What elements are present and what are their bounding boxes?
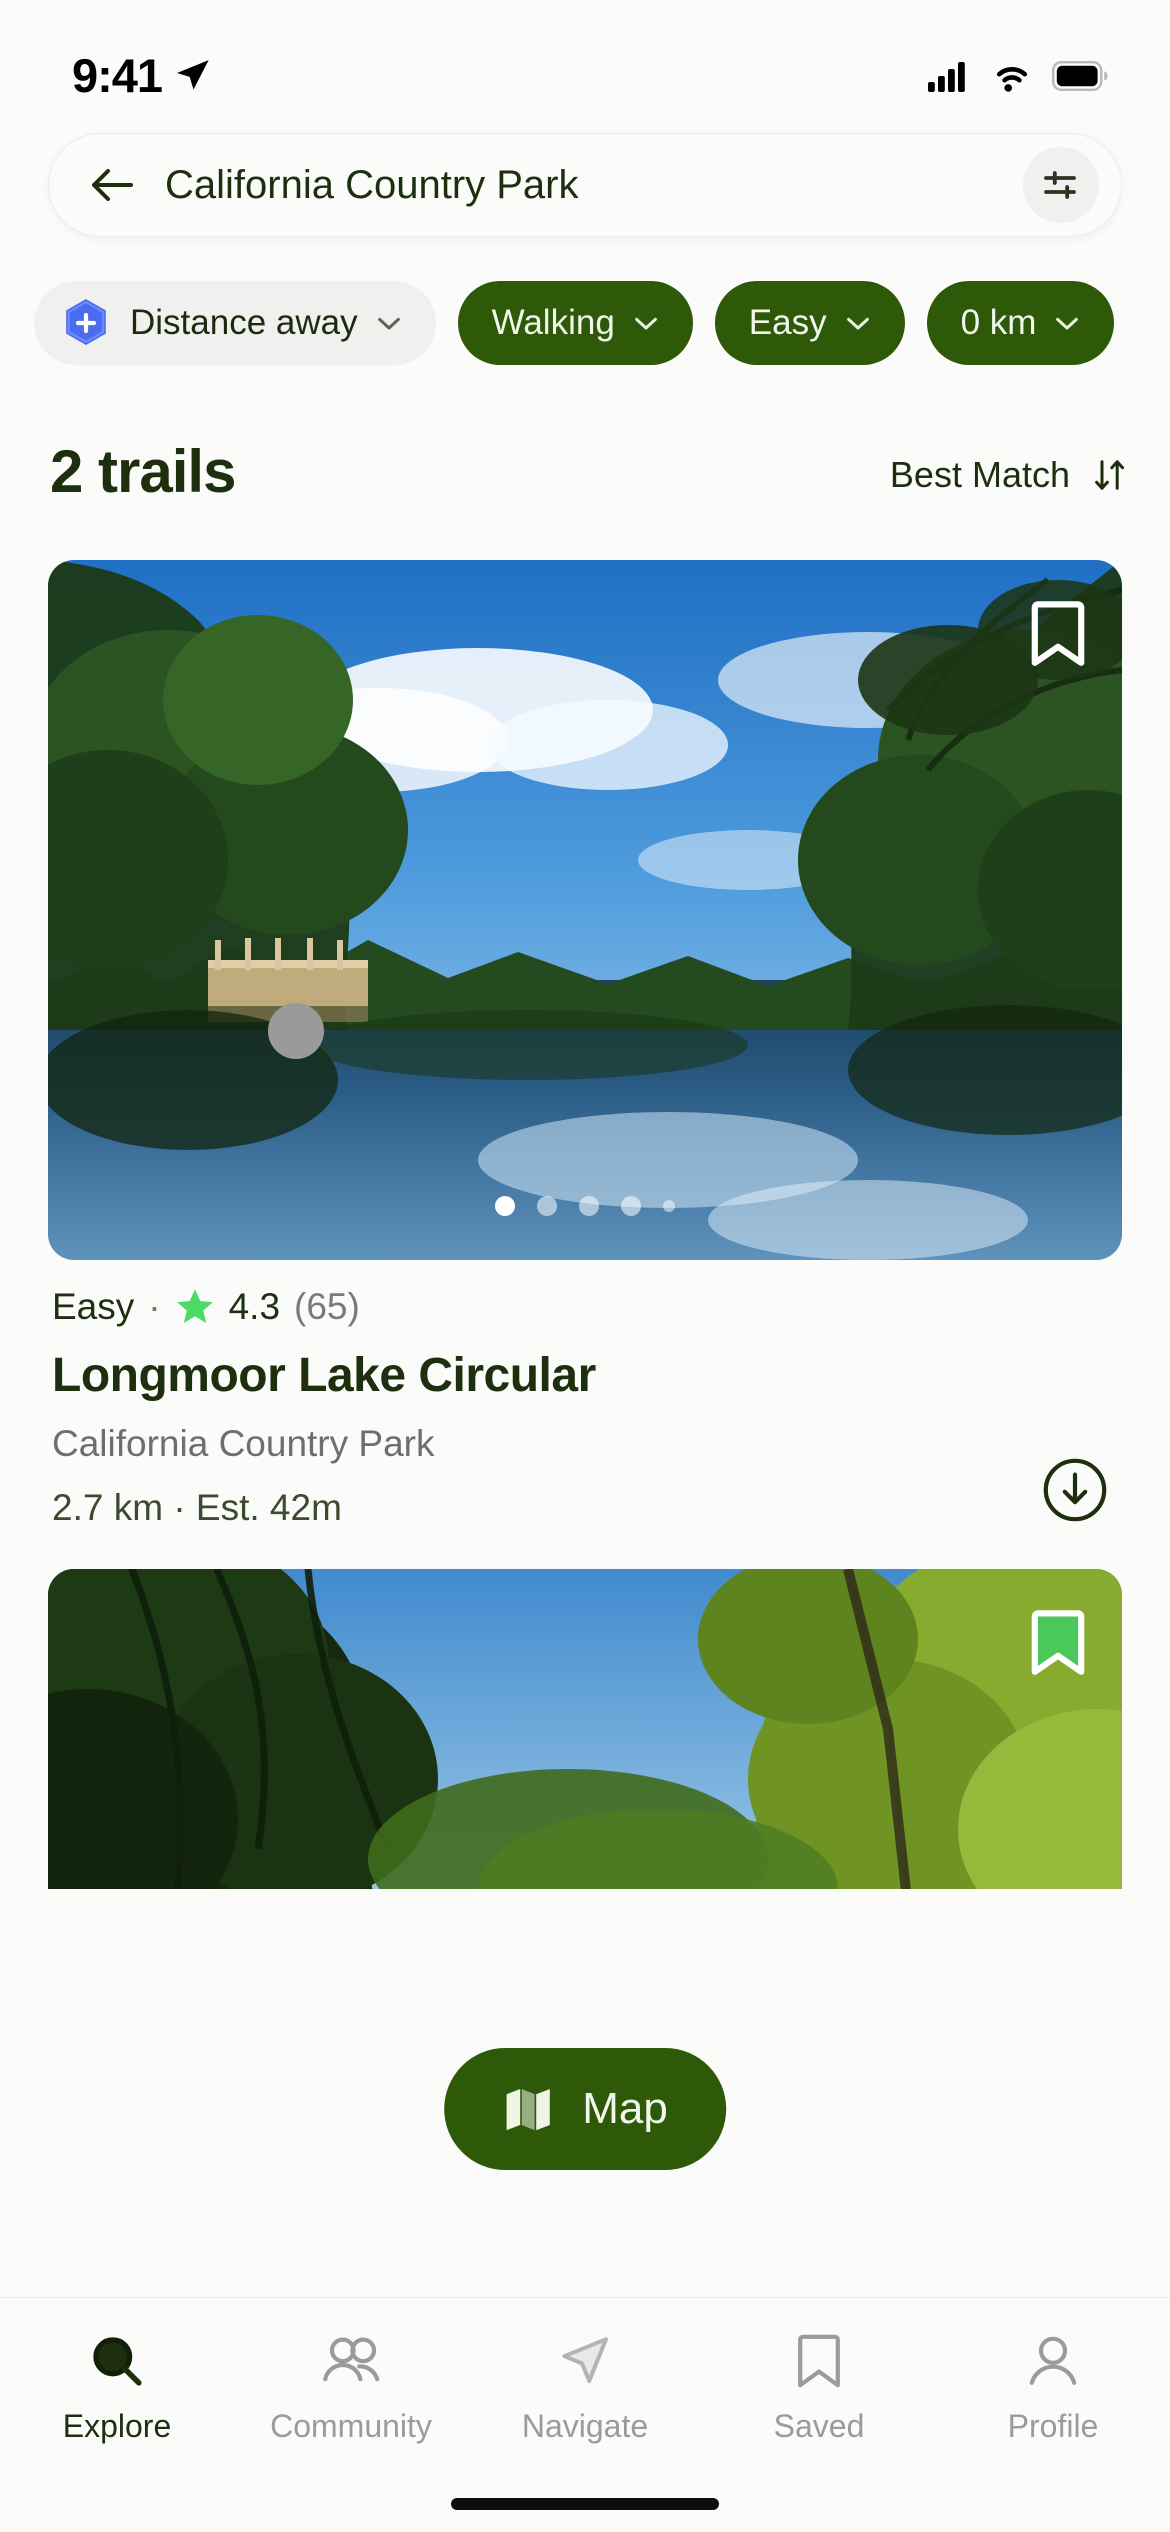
trail-list: Easy · 4.3 (65) Longmoor Lake Circular C…	[0, 560, 1170, 1889]
trail-review-count: (65)	[294, 1286, 360, 1327]
search-bar-container: California Country Park	[0, 133, 1170, 237]
nav-label: Explore	[62, 2408, 172, 2444]
filter-chip-label: Easy	[748, 303, 827, 342]
search-bar[interactable]: California Country Park	[48, 133, 1122, 237]
status-bar: 9:41	[0, 0, 1170, 115]
nav-item-community[interactable]: Community	[234, 2330, 468, 2445]
chevron-down-icon	[1056, 317, 1079, 329]
filter-chip-label: Distance away	[130, 303, 358, 342]
filter-chip-distance-away[interactable]: Distance away	[34, 281, 436, 365]
map-folded-icon	[506, 2089, 550, 2131]
sort-label: Best Match	[889, 454, 1070, 495]
people-icon	[320, 2330, 382, 2392]
map-button[interactable]: Map	[444, 2048, 726, 2170]
nav-label: Navigate	[521, 2408, 649, 2444]
carousel-dot[interactable]	[663, 1200, 675, 1212]
trail-rating: 4.3	[228, 1286, 281, 1327]
download-circle-icon	[1043, 1458, 1107, 1522]
filter-chip-easy[interactable]: Easy	[714, 281, 905, 365]
carousel-dots[interactable]	[48, 1196, 1122, 1216]
nav-item-saved[interactable]: Saved	[702, 2330, 936, 2445]
nav-label: Saved	[773, 2408, 865, 2444]
nav-item-explore[interactable]: Explore	[0, 2330, 234, 2445]
location-arrow-icon	[177, 59, 209, 89]
filter-chip-distance-value[interactable]: 0 km	[926, 281, 1115, 365]
search-input[interactable]: California Country Park	[165, 163, 1023, 208]
results-header: 2 trails Best Match	[0, 437, 1170, 506]
nav-label: Community	[270, 2408, 432, 2444]
nav-label: Profile	[1007, 2408, 1099, 2444]
filter-chip-walking[interactable]: Walking	[457, 281, 693, 365]
trail-difficulty: Easy	[52, 1286, 135, 1327]
filter-chip-label: 0 km	[960, 303, 1037, 342]
status-bar-left: 9:41	[72, 48, 212, 103]
trail-photo-carousel[interactable]	[48, 1569, 1122, 1889]
filter-sliders-icon	[1044, 171, 1076, 199]
bookmark-outline-icon	[1031, 601, 1085, 666]
status-time: 9:41	[72, 49, 163, 102]
chevron-down-icon	[634, 317, 657, 329]
trail-card[interactable]	[48, 1569, 1122, 1889]
trail-stats: 2.7 km · Est. 42m	[52, 1487, 342, 1528]
hexagon-plus-badge-icon	[66, 299, 106, 345]
filter-chip-row[interactable]: Distance away Walking Easy 0 km	[0, 281, 1170, 365]
sort-control[interactable]: Best Match	[890, 454, 1130, 506]
trail-location: California Country Park	[52, 1423, 435, 1464]
carousel-dot[interactable]	[495, 1196, 515, 1216]
chevron-down-icon	[377, 317, 400, 329]
bottom-navigation[interactable]: Explore Community Navigate Saved Profile	[0, 2297, 1170, 2532]
download-button[interactable]	[1042, 1457, 1108, 1523]
trail-title[interactable]: Longmoor Lake Circular	[52, 1348, 1116, 1403]
filter-button[interactable]	[1023, 147, 1099, 223]
status-bar-right	[928, 59, 1108, 93]
meta-separator: ·	[148, 1286, 161, 1327]
navigation-arrow-icon	[556, 2330, 614, 2392]
back-arrow-icon	[92, 169, 133, 201]
search-icon	[88, 2330, 146, 2392]
person-icon	[1025, 2330, 1081, 2392]
battery-full-icon	[1052, 60, 1108, 91]
wifi-icon	[996, 66, 1028, 92]
filter-chip-label: Walking	[491, 303, 615, 342]
back-button[interactable]	[83, 156, 141, 214]
bookmark-button[interactable]	[1030, 1607, 1086, 1679]
bookmark-button[interactable]	[1030, 598, 1086, 670]
touch-cursor-indicator	[268, 1003, 324, 1059]
bookmark-outline-icon	[795, 2330, 843, 2392]
chevron-down-icon	[846, 317, 869, 329]
trail-meta-row: Easy · 4.3 (65)	[52, 1286, 1116, 1328]
sort-arrows-icon	[1095, 460, 1125, 490]
cellular-signal-icon	[928, 61, 965, 92]
nav-item-navigate[interactable]: Navigate	[468, 2330, 702, 2445]
trail-photo	[48, 1569, 1122, 1889]
nav-item-profile[interactable]: Profile	[936, 2330, 1170, 2445]
trail-card-body: Easy · 4.3 (65) Longmoor Lake Circular C…	[48, 1260, 1122, 1529]
trail-photo	[48, 560, 1122, 1260]
star-icon	[176, 1289, 213, 1323]
results-count: 2 trails	[50, 438, 236, 505]
carousel-dot[interactable]	[537, 1196, 557, 1216]
home-indicator	[451, 2498, 719, 2510]
map-button-label: Map	[582, 2084, 668, 2133]
carousel-dot[interactable]	[579, 1196, 599, 1216]
bookmark-filled-icon	[1031, 1610, 1085, 1675]
carousel-dot[interactable]	[621, 1196, 641, 1216]
trail-card[interactable]: Easy · 4.3 (65) Longmoor Lake Circular C…	[48, 560, 1122, 1529]
trail-photo-carousel[interactable]	[48, 560, 1122, 1260]
